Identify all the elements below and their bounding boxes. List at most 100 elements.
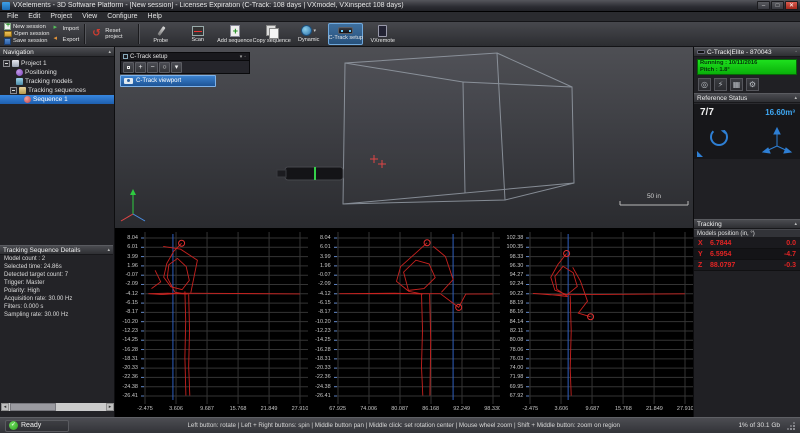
y-tick-label: 98.33 (510, 254, 524, 260)
y-tick-label: 102.38 (507, 235, 524, 241)
tracking-header[interactable]: Tracking ▴ (694, 219, 800, 229)
ctrack-viewport-button[interactable]: C-Track viewport (120, 75, 216, 87)
rotate-view-button[interactable]: ○ (159, 62, 170, 73)
menu-view[interactable]: View (77, 12, 102, 22)
menu-edit[interactable]: Edit (23, 12, 45, 22)
export-button[interactable]: Export (53, 36, 79, 43)
flash-icon[interactable]: ⚡ (714, 78, 727, 91)
copy-sequence-button[interactable]: Copy sequence (254, 23, 289, 45)
y-tick-label: 71.98 (510, 374, 524, 380)
y-tick-label: -16.28 (122, 347, 138, 353)
reference-status-title: Reference Status (697, 95, 794, 102)
y-tick-label: -6.15 (318, 300, 331, 306)
menu-project[interactable]: Project (45, 12, 77, 22)
collapse-arrow-icon[interactable]: ▴ (107, 247, 110, 253)
app-icon (2, 2, 10, 10)
fit-view-button[interactable] (123, 62, 134, 73)
reset-project-button[interactable]: Reset project (88, 23, 135, 45)
scrollbar-thumb[interactable] (10, 403, 56, 411)
zoom-in-button[interactable]: + (135, 62, 146, 73)
collapse-arrow-icon[interactable]: ▴ (108, 49, 111, 55)
tree-item-tracking-models[interactable]: Tracking models (0, 77, 114, 86)
trajectory-chart-y[interactable]: 8.046.013.991.96-0.07-2.09-4.12-6.15-8.1… (308, 228, 501, 417)
maximize-button[interactable]: □ (771, 1, 784, 10)
tree-item-project[interactable]: Project 1 (0, 59, 114, 68)
minimize-button[interactable]: – (757, 1, 770, 10)
ctrack-setup-button[interactable]: C-Track setup (328, 23, 363, 45)
tracking-sequences-icon (19, 87, 26, 94)
y-tick-label: 3.99 (320, 254, 331, 260)
viewport-3d[interactable]: 50 in C-Track setup ▾ ◦ + − ○ ▾ (115, 47, 693, 228)
tree-item-label: Project 1 (21, 60, 47, 67)
tree-item-sequence-1[interactable]: Sequence 1 (0, 95, 114, 104)
x-tick-label: 15.768 (223, 406, 253, 412)
reference-status-header[interactable]: Reference Status ▴ (694, 93, 800, 103)
trajectory-chart-z[interactable]: 102.38100.3598.3396.3094.2792.2490.2288.… (500, 228, 693, 417)
probe-button[interactable]: Probe (143, 23, 178, 45)
collapse-expander-icon[interactable] (10, 87, 17, 94)
collapse-expander-icon[interactable] (3, 60, 10, 67)
ctrack-panel: C-Track|Elite - 870043 ◦ Running : 10/11… (693, 47, 800, 417)
axis-label: X (698, 240, 710, 247)
collapse-arrow-icon[interactable]: ▴ (794, 95, 797, 101)
title-bar[interactable]: VXelements - 3D Software Platform - [New… (0, 0, 800, 12)
new-session-button[interactable]: New session (4, 23, 49, 30)
import-label: Import (62, 26, 78, 32)
save-session-button[interactable]: Save session (4, 38, 49, 45)
tree-item-positioning[interactable]: Positioning (0, 68, 114, 77)
chart-canvas[interactable] (526, 232, 693, 404)
dynamic-button[interactable]: ▾Dynamic (291, 23, 326, 45)
ctrack-panel-header[interactable]: C-Track|Elite - 870043 ◦ (694, 47, 800, 57)
x-tick-label: 74.006 (354, 406, 384, 412)
close-button[interactable]: ✕ (785, 1, 798, 10)
axis-label: Y (698, 251, 710, 258)
pin-icon[interactable]: ◦ (243, 54, 247, 60)
scroll-left-icon[interactable]: ◂ (1, 403, 9, 411)
pin-icon[interactable]: ◦ (795, 49, 797, 55)
floating-panel-titlebar[interactable]: C-Track setup ▾ ◦ (120, 52, 250, 61)
y-tick-label: 8.04 (127, 235, 138, 241)
y-tick-label: 76.03 (510, 356, 524, 362)
chart-plot-area[interactable] (141, 232, 308, 404)
menu-bar: File Edit Project View Configure Help (0, 12, 800, 22)
detail-sampling-rate: Sampling rate: 30.00 Hz (0, 311, 113, 319)
target-detection-icon[interactable]: ◎ (698, 78, 711, 91)
x-tick-label: 67.925 (323, 406, 353, 412)
menu-file[interactable]: File (2, 12, 23, 22)
import-button[interactable]: Import (53, 25, 79, 32)
vxremote-button[interactable]: VXremote (365, 23, 400, 45)
y-tick-label: 100.35 (507, 244, 524, 250)
tracking-title: Tracking (697, 221, 794, 228)
y-tick-label: -20.33 (122, 365, 138, 371)
position-row-y: Y 6.5954 -4.7 (694, 249, 800, 260)
zoom-out-button[interactable]: − (147, 62, 158, 73)
gear-icon[interactable]: ⚙ (746, 78, 759, 91)
project-tree: Project 1 Positioning Tracking models Tr… (0, 57, 114, 104)
status-line-1: Running : 10/11/2016 (700, 60, 794, 67)
y-tick-label: -26.41 (122, 393, 138, 399)
scroll-right-icon[interactable]: ▸ (106, 403, 114, 411)
ctrack-status-badge: Running : 10/11/2016 Pitch : 1.8° (697, 59, 797, 75)
menu-help[interactable]: Help (143, 12, 167, 22)
reference-count: 7/7 (700, 107, 714, 118)
tree-item-tracking-sequences[interactable]: Tracking sequences (0, 86, 114, 95)
trajectory-chart-x[interactable]: 8.046.013.991.96-0.07-2.09-4.12-6.15-8.1… (115, 228, 308, 417)
grid-icon[interactable]: ▦ (730, 78, 743, 91)
menu-configure[interactable]: Configure (102, 12, 142, 22)
details-header[interactable]: Tracking Sequence Details ▴ (0, 245, 113, 255)
navigation-header[interactable]: Navigation ▴ (0, 47, 114, 57)
chart-canvas[interactable] (334, 232, 501, 404)
resize-grip[interactable] (786, 421, 795, 430)
collapse-arrow-icon[interactable]: ▴ (794, 221, 797, 227)
reset-project-label: Reset project (105, 28, 132, 40)
add-sequence-button[interactable]: Add sequence (217, 23, 252, 45)
chart-plot-area[interactable] (526, 232, 693, 404)
chart-plot-area[interactable] (334, 232, 501, 404)
scan-button[interactable]: Scan (180, 23, 215, 45)
horizontal-scrollbar[interactable]: ◂ ▸ (1, 403, 114, 411)
y-axis-labels: 8.046.013.991.96-0.07-2.09-4.12-6.15-8.1… (115, 228, 141, 404)
open-session-button[interactable]: Open session (4, 30, 49, 37)
y-axis-labels: 8.046.013.991.96-0.07-2.09-4.12-6.15-8.1… (308, 228, 334, 404)
view-options-button[interactable]: ▾ (171, 62, 182, 73)
chart-canvas[interactable] (141, 232, 308, 404)
